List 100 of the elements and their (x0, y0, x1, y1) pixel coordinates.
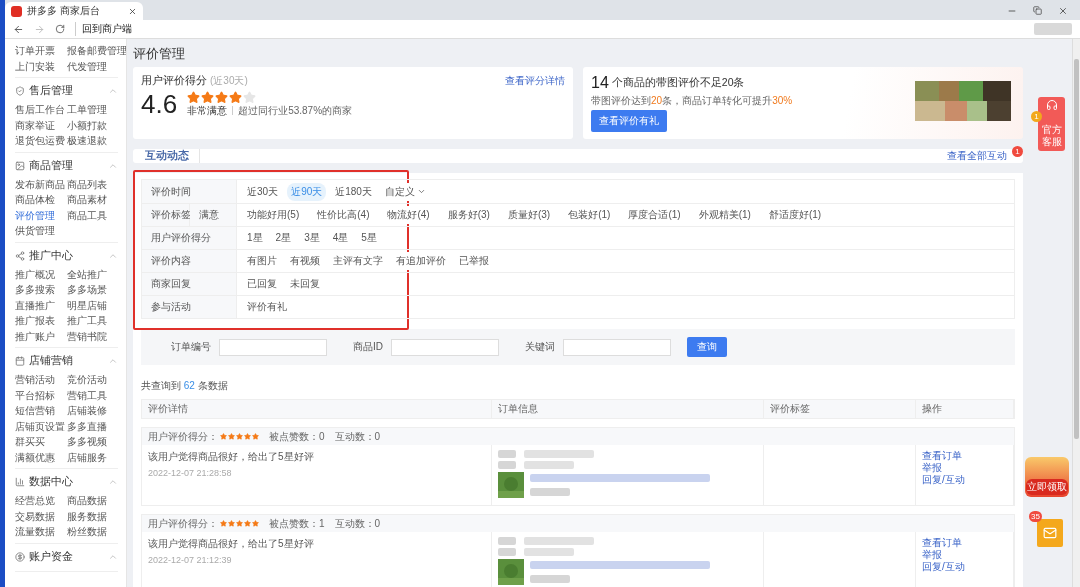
reload-icon[interactable] (55, 24, 65, 34)
action-link[interactable]: 查看订单 (922, 537, 1007, 548)
redacted-text (498, 461, 516, 469)
menu-group-icon (15, 551, 25, 562)
sidebar-item[interactable]: 推广工具 (67, 313, 125, 329)
view-reward-button[interactable]: 查看评价有礼 (591, 110, 667, 132)
sidebar-item[interactable]: 营销活动 (15, 372, 67, 388)
menu-group-title[interactable]: 商品管理 (29, 158, 104, 173)
sidebar-item[interactable]: 店铺页设置 (15, 418, 67, 434)
action-link[interactable]: 举报 (922, 462, 1007, 473)
field-label: 订单编号 (171, 340, 211, 354)
redacted-text (524, 548, 574, 556)
sidebar-item[interactable]: 推广报表 (15, 313, 67, 329)
sidebar-item[interactable]: 商品列表 (67, 176, 125, 192)
collapse-icon[interactable] (108, 356, 118, 366)
sidebar-item[interactable]: 满额优惠 (15, 449, 67, 465)
collapse-icon[interactable] (108, 477, 118, 487)
sidebar-item[interactable]: 商家举证 (15, 117, 67, 133)
menu-group-title[interactable]: 推广中心 (29, 248, 104, 263)
back-icon[interactable] (13, 23, 24, 35)
star-icon (187, 90, 201, 104)
sidebar-item[interactable]: 群买买 (15, 434, 67, 450)
view-all-link[interactable]: 查看全部互动 (947, 149, 1007, 163)
coupon-button[interactable]: 立即领取 (1025, 457, 1069, 497)
sidebar-item[interactable]: 小额打款 (67, 117, 125, 133)
action-link[interactable]: 查看订单 (922, 450, 1007, 461)
interaction-tab[interactable]: 互动动态 (145, 149, 200, 163)
sidebar-item[interactable]: 售后工作台 (15, 102, 67, 118)
score-value: 4.6 (141, 88, 178, 120)
search-button[interactable]: 查询 (687, 337, 727, 357)
action-link[interactable]: 回复/互动 (922, 474, 1007, 485)
menu-group-icon (15, 160, 25, 171)
score-label: 用户评价得分： (148, 516, 218, 531)
close-icon[interactable] (1058, 6, 1068, 16)
menu-group-icon (15, 356, 25, 366)
sidebar-item[interactable]: 全站推广 (67, 266, 125, 282)
filter-label: 评价时间 (142, 180, 237, 203)
sidebar-item[interactable]: 工单管理 (67, 102, 125, 118)
review-text: 该用户觉得商品很好，给出了5星好评 (148, 537, 315, 551)
redacted-text (530, 575, 570, 583)
action-link[interactable]: 回复/互动 (922, 561, 1007, 572)
promo-subtitle: 带图评价达到20条，商品订单转化可提升30% (591, 94, 794, 108)
browser-tab[interactable]: 拼多多 商家后台 (5, 2, 143, 20)
card-title: 用户评价得分 (141, 74, 207, 88)
input-field[interactable] (219, 338, 327, 356)
sidebar-item[interactable]: 发布新商品 (15, 176, 67, 192)
sidebar-item[interactable]: 粉丝数据 (67, 524, 125, 540)
mail-button[interactable] (1037, 519, 1063, 547)
sidebar-item[interactable]: 订单开票 (15, 43, 67, 59)
sidebar-item[interactable]: 营销工具 (67, 387, 125, 403)
action-link[interactable]: 举报 (922, 549, 1007, 560)
sidebar-item[interactable]: 多多场景 (67, 282, 125, 298)
sidebar-item[interactable]: 退货包运费 (15, 133, 67, 149)
sidebar-item[interactable]: 营销书院 (67, 328, 125, 344)
filter-label: 评价内容 (142, 250, 237, 272)
sidebar-item[interactable]: 店铺服务 (67, 449, 125, 465)
input-field[interactable] (391, 338, 499, 356)
forward-icon[interactable] (34, 23, 45, 35)
sidebar-item[interactable]: 供货管理 (15, 223, 67, 239)
sidebar-item[interactable]: 直播推广 (15, 297, 67, 313)
sidebar-item[interactable]: 上门安装 (15, 58, 67, 74)
interaction-count: 互动数：0 (334, 429, 381, 444)
sidebar-item[interactable]: 推广概况 (15, 266, 67, 282)
sidebar-item[interactable]: 评价管理 (15, 207, 67, 223)
restore-icon[interactable] (1033, 6, 1042, 15)
collapse-icon[interactable] (108, 86, 118, 96)
scrollbar-thumb[interactable] (1074, 59, 1079, 439)
sidebar-item[interactable]: 服务数据 (67, 508, 125, 524)
sidebar-item[interactable]: 商品体检 (15, 192, 67, 208)
sidebar-item[interactable]: 短信营销 (15, 403, 67, 419)
filter-label: 评价标签 (142, 204, 190, 226)
filter-label: 用户评价得分 (142, 227, 237, 249)
score-details-link[interactable]: 查看评分详情 (505, 74, 565, 88)
sidebar-item[interactable]: 商品工具 (67, 207, 125, 223)
close-icon[interactable] (128, 6, 137, 16)
sidebar-item[interactable]: 明星店铺 (67, 297, 125, 313)
sidebar-item[interactable]: 代发管理 (67, 58, 125, 74)
sidebar-item[interactable]: 竞价活动 (67, 372, 125, 388)
menu-group-title[interactable]: 售后管理 (29, 84, 104, 98)
sidebar-item[interactable]: 经营总览 (15, 493, 67, 509)
sidebar-item[interactable]: 多多搜索 (15, 282, 67, 298)
app-logo-icon (11, 5, 22, 17)
menu-group-title[interactable]: 数据中心 (29, 475, 104, 489)
account-avatar[interactable] (1034, 23, 1072, 35)
sidebar-item[interactable]: 多多视频 (67, 434, 125, 450)
sidebar-item[interactable]: 交易数据 (15, 508, 67, 524)
input-field[interactable] (563, 338, 671, 356)
address-link[interactable]: 回到商户端 (75, 22, 132, 36)
sidebar-item[interactable]: 报备邮费管理 (67, 43, 125, 59)
sidebar-item[interactable]: 流量数据 (15, 524, 67, 540)
sidebar-item[interactable]: 商品素材 (67, 192, 125, 208)
likes-count: 被点赞数：1 (269, 516, 325, 531)
sidebar-item[interactable]: 极速退款 (67, 133, 125, 149)
sidebar-item[interactable]: 商品数据 (67, 493, 125, 509)
menu-group-title[interactable]: 账户资金 (29, 549, 104, 564)
sidebar-item[interactable]: 推广账户 (15, 328, 67, 344)
menu-group-title[interactable]: 店铺营销 (29, 354, 104, 368)
sidebar-item[interactable]: 平台招标 (15, 387, 67, 403)
sidebar-item[interactable]: 店铺装修 (67, 403, 125, 419)
sidebar-item[interactable]: 多多直播 (67, 418, 125, 434)
